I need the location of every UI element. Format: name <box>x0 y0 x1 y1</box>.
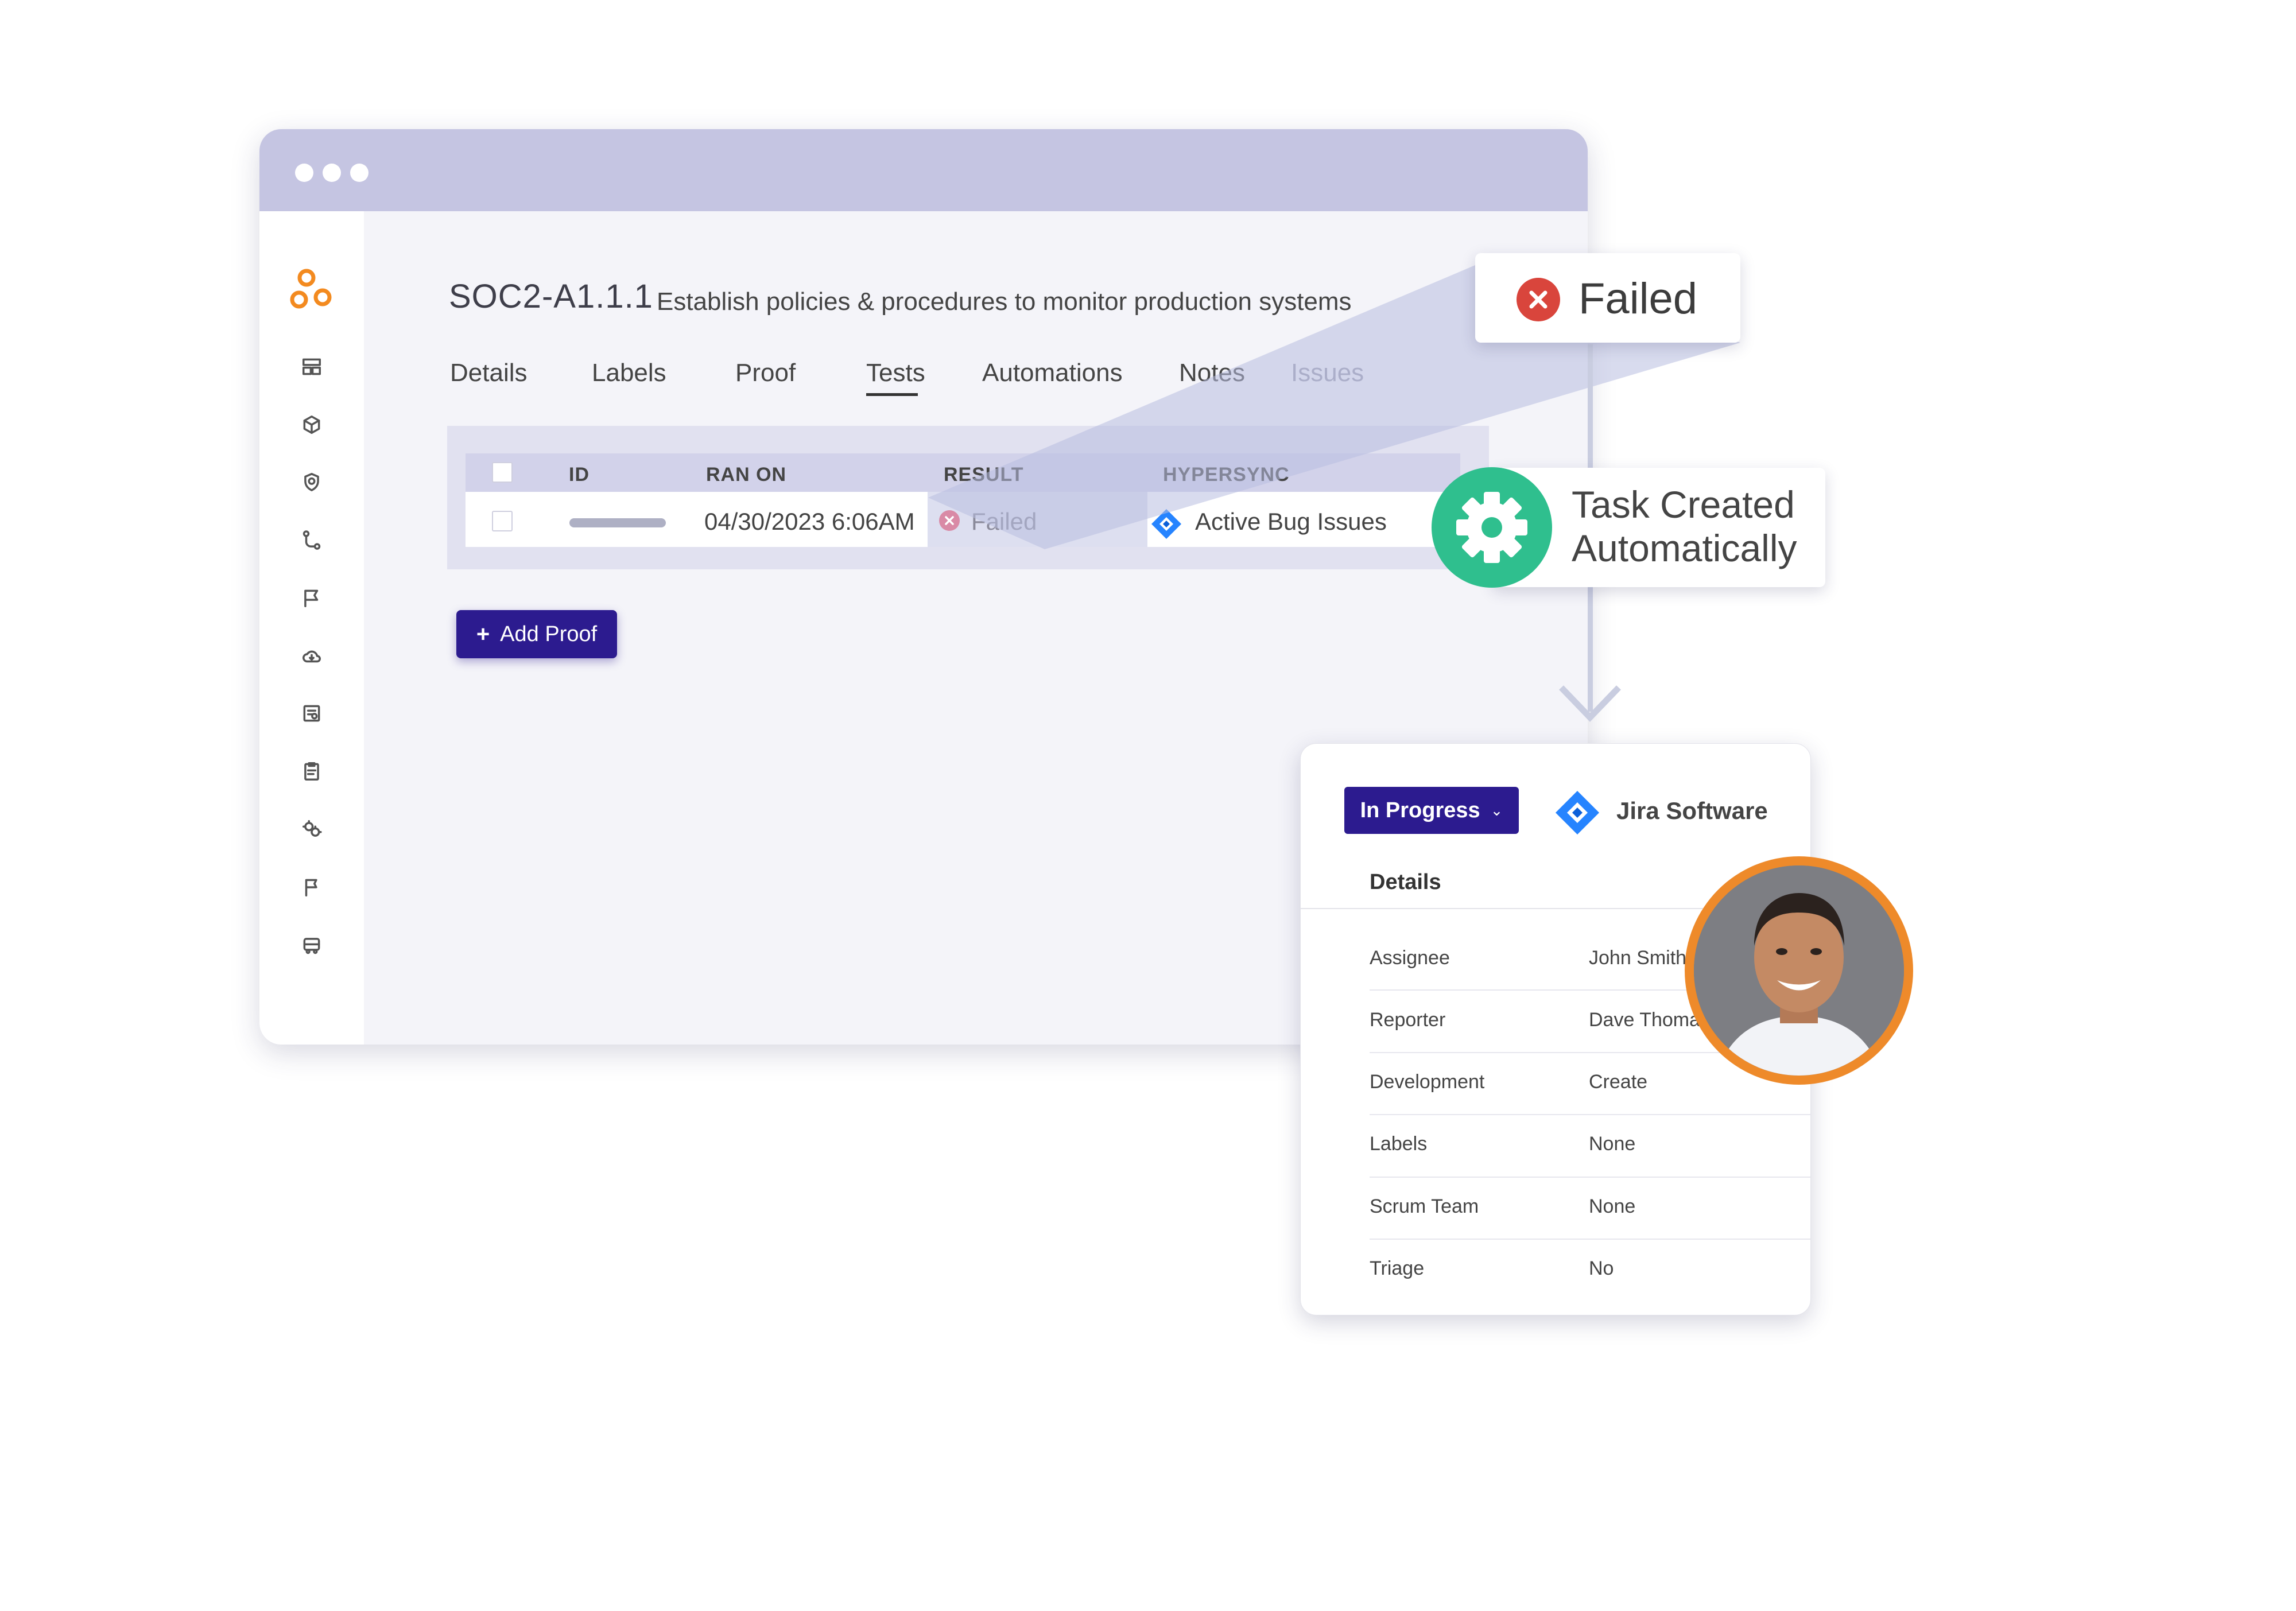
tab-labels[interactable]: Labels <box>592 359 666 387</box>
field-value-scrum-team[interactable]: None <box>1589 1195 1635 1218</box>
jira-product-name: Jira Software <box>1616 797 1768 824</box>
tab-automations[interactable]: Automations <box>982 359 1123 387</box>
brand-logo-icon[interactable] <box>289 267 334 312</box>
field-label-labels: Labels <box>1370 1133 1428 1155</box>
flag-note-icon[interactable] <box>301 587 323 609</box>
field-label-assignee: Assignee <box>1370 947 1450 969</box>
result-cell-highlight <box>928 492 1147 547</box>
avatar <box>1685 856 1913 1085</box>
clipboard-icon[interactable] <box>301 760 323 782</box>
window-control-dot[interactable] <box>323 164 341 182</box>
row-checkbox[interactable] <box>492 511 513 531</box>
details-heading: Details <box>1370 870 1441 894</box>
status-dropdown[interactable]: In Progress ⌄ <box>1344 787 1519 834</box>
control-id: SOC2-A1.1.1 <box>449 278 653 315</box>
field-value-development[interactable]: Create <box>1589 1071 1647 1093</box>
field-label-development: Development <box>1370 1071 1485 1093</box>
add-proof-label: Add Proof <box>500 622 598 646</box>
tab-proof[interactable]: Proof <box>735 359 796 387</box>
column-header-ran-on[interactable]: RAN ON <box>706 464 786 486</box>
tab-tests[interactable]: Tests <box>866 359 925 387</box>
tab-details[interactable]: Details <box>450 359 528 387</box>
divider <box>1370 1177 1810 1178</box>
cloud-icon[interactable] <box>301 645 323 667</box>
tab-notes[interactable]: Notes <box>1179 359 1245 387</box>
status-label: In Progress <box>1360 798 1480 822</box>
failed-x-icon <box>1517 278 1560 321</box>
column-header-hypersync[interactable]: HYPERSYNC <box>1163 464 1290 486</box>
settings-icon[interactable] <box>301 818 323 840</box>
control-description: Establish policies & procedures to monit… <box>657 288 1352 316</box>
field-label-reporter: Reporter <box>1370 1009 1446 1031</box>
window-control-dot[interactable] <box>295 164 313 182</box>
failed-label: Failed <box>1578 274 1697 323</box>
field-value-labels[interactable]: None <box>1589 1133 1635 1155</box>
jira-logo-icon <box>1556 791 1599 834</box>
tab-issues[interactable]: Issues <box>1291 359 1364 387</box>
field-value-reporter[interactable]: Dave Thomas <box>1589 1009 1710 1031</box>
failed-callout: Failed <box>1475 253 1740 343</box>
active-tab-indicator <box>866 393 918 396</box>
chevron-down-icon: ⌄ <box>1490 801 1503 819</box>
box-icon[interactable] <box>301 414 323 436</box>
field-value-assignee[interactable]: John Smith <box>1589 947 1686 969</box>
id-placeholder <box>569 518 666 527</box>
field-value-triage[interactable]: No <box>1589 1257 1614 1280</box>
report-icon[interactable] <box>301 702 323 724</box>
divider <box>1370 1114 1810 1115</box>
result-value: Failed <box>971 508 1037 535</box>
gear-icon <box>1432 467 1552 588</box>
field-label-triage: Triage <box>1370 1257 1425 1279</box>
column-header-id[interactable]: ID <box>569 464 589 486</box>
column-header-result[interactable]: RESULT <box>944 464 1023 486</box>
divider <box>1370 1239 1810 1240</box>
window-control-dot[interactable] <box>350 164 369 182</box>
bus-icon[interactable] <box>301 934 323 956</box>
hypersync-value: Active Bug Issues <box>1195 508 1387 535</box>
sidebar <box>259 211 364 1045</box>
task-created-label: Task Created Automatically <box>1572 483 1797 569</box>
jira-icon <box>1151 509 1181 539</box>
workflow-icon[interactable] <box>301 529 323 551</box>
field-label-scrum-team: Scrum Team <box>1370 1195 1479 1217</box>
failed-status-icon <box>939 510 960 531</box>
flag-icon[interactable] <box>301 876 323 898</box>
title-bar <box>259 129 1588 211</box>
ran-on-value: 04/30/2023 6:06AM <box>704 508 915 535</box>
plus-icon: + <box>476 621 490 647</box>
shield-icon[interactable] <box>301 471 323 493</box>
avatar-photo <box>1694 865 1904 1076</box>
dashboard-icon[interactable] <box>301 356 323 378</box>
select-all-checkbox[interactable] <box>492 462 513 483</box>
add-proof-button[interactable]: + Add Proof <box>456 610 617 658</box>
